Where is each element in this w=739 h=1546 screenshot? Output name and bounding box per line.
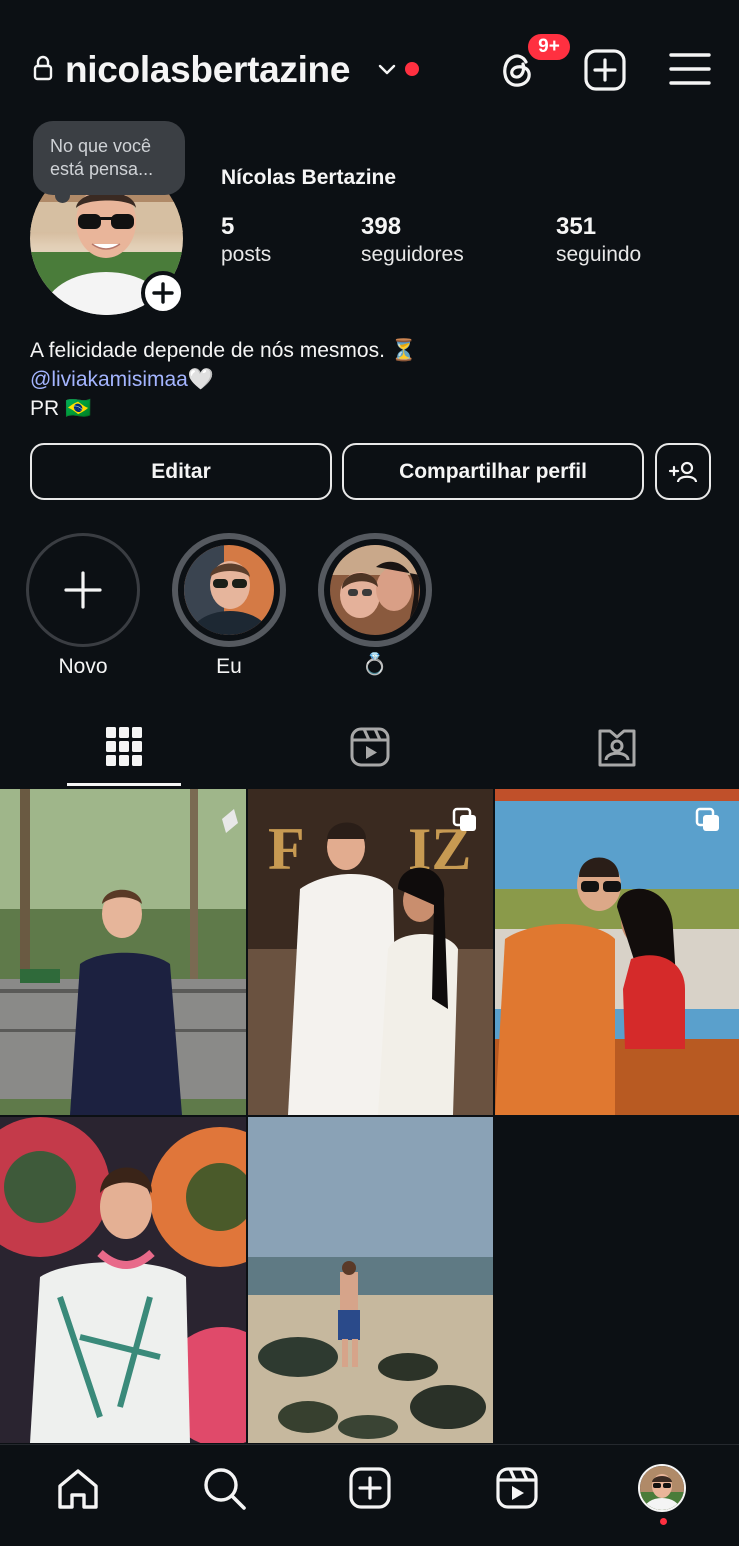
home-icon[interactable] [56,1468,100,1510]
grid-post[interactable] [0,1117,246,1443]
stat-value: 351 [556,213,597,240]
stat-value: 398 [361,213,402,240]
account-username[interactable]: nicolasbertazine [65,48,350,92]
reels-icon[interactable] [496,1467,538,1509]
profile-bio: A felicidade depende de nós mesmos. ⏳ @l… [30,336,417,423]
highlight-eu[interactable]: Eu [172,533,286,679]
discover-people-button[interactable] [655,443,711,500]
stat-value: 5 [221,213,235,240]
highlight-label: Novo [58,655,108,678]
share-profile-button[interactable]: Compartilhar perfil [342,443,644,500]
new-post-icon[interactable] [583,48,627,92]
stat-posts[interactable]: 5 posts [221,212,271,268]
notification-badge: 9+ [525,31,573,63]
highlight-cover [327,542,423,638]
stat-followers[interactable]: 398 seguidores [361,212,464,268]
grid-icon[interactable] [106,727,142,767]
bio-mention-link[interactable]: @liviakamisimaa [30,368,188,391]
tagged-icon[interactable] [596,727,638,769]
note-bubble[interactable]: No que você está pensa... [33,121,185,195]
bio-mention-line: @liviakamisimaa🤍 [30,365,417,394]
add-story-button[interactable] [141,271,185,315]
account-alert-dot [405,62,419,76]
svg-text:F: F [268,816,305,882]
plus-icon [152,282,174,304]
search-icon[interactable] [202,1466,248,1512]
grid-post[interactable] [0,789,246,1115]
edit-profile-button[interactable]: Editar [30,443,332,500]
grid-post[interactable]: F IZ [248,789,493,1115]
stat-label: seguidores [361,243,464,266]
highlight-label: 💍 [361,653,389,676]
grid-post[interactable] [495,789,739,1115]
profile-avatar-nav[interactable] [638,1464,686,1512]
stat-label: seguindo [556,243,642,266]
chevron-down-icon[interactable] [377,62,397,78]
plus-icon [64,571,102,609]
stat-label: posts [221,243,272,266]
menu-icon[interactable] [669,51,711,87]
create-icon[interactable] [349,1467,391,1509]
highlight-ring-emoji[interactable]: 💍 [318,533,432,677]
stat-following[interactable]: 351 seguindo [556,212,641,268]
active-tab-indicator [67,783,181,786]
bio-line: PR 🇧🇷 [30,397,92,420]
profile-notification-dot [660,1518,667,1525]
highlight-new[interactable]: Novo [26,533,140,679]
lock-icon [33,55,53,81]
grid-post[interactable] [248,1117,493,1443]
highlight-cover [181,542,277,638]
bio-mention-suffix: 🤍 [187,368,215,391]
add-person-icon [668,461,698,482]
highlight-ring [26,533,140,647]
highlight-label: Eu [216,655,242,678]
display-name: Nícolas Bertazine [221,166,397,189]
reels-tab-icon[interactable] [350,727,390,767]
highlight-ring [172,533,286,647]
highlight-ring [318,533,432,647]
bio-line: A felicidade depende de nós mesmos. ⏳ [30,339,417,362]
